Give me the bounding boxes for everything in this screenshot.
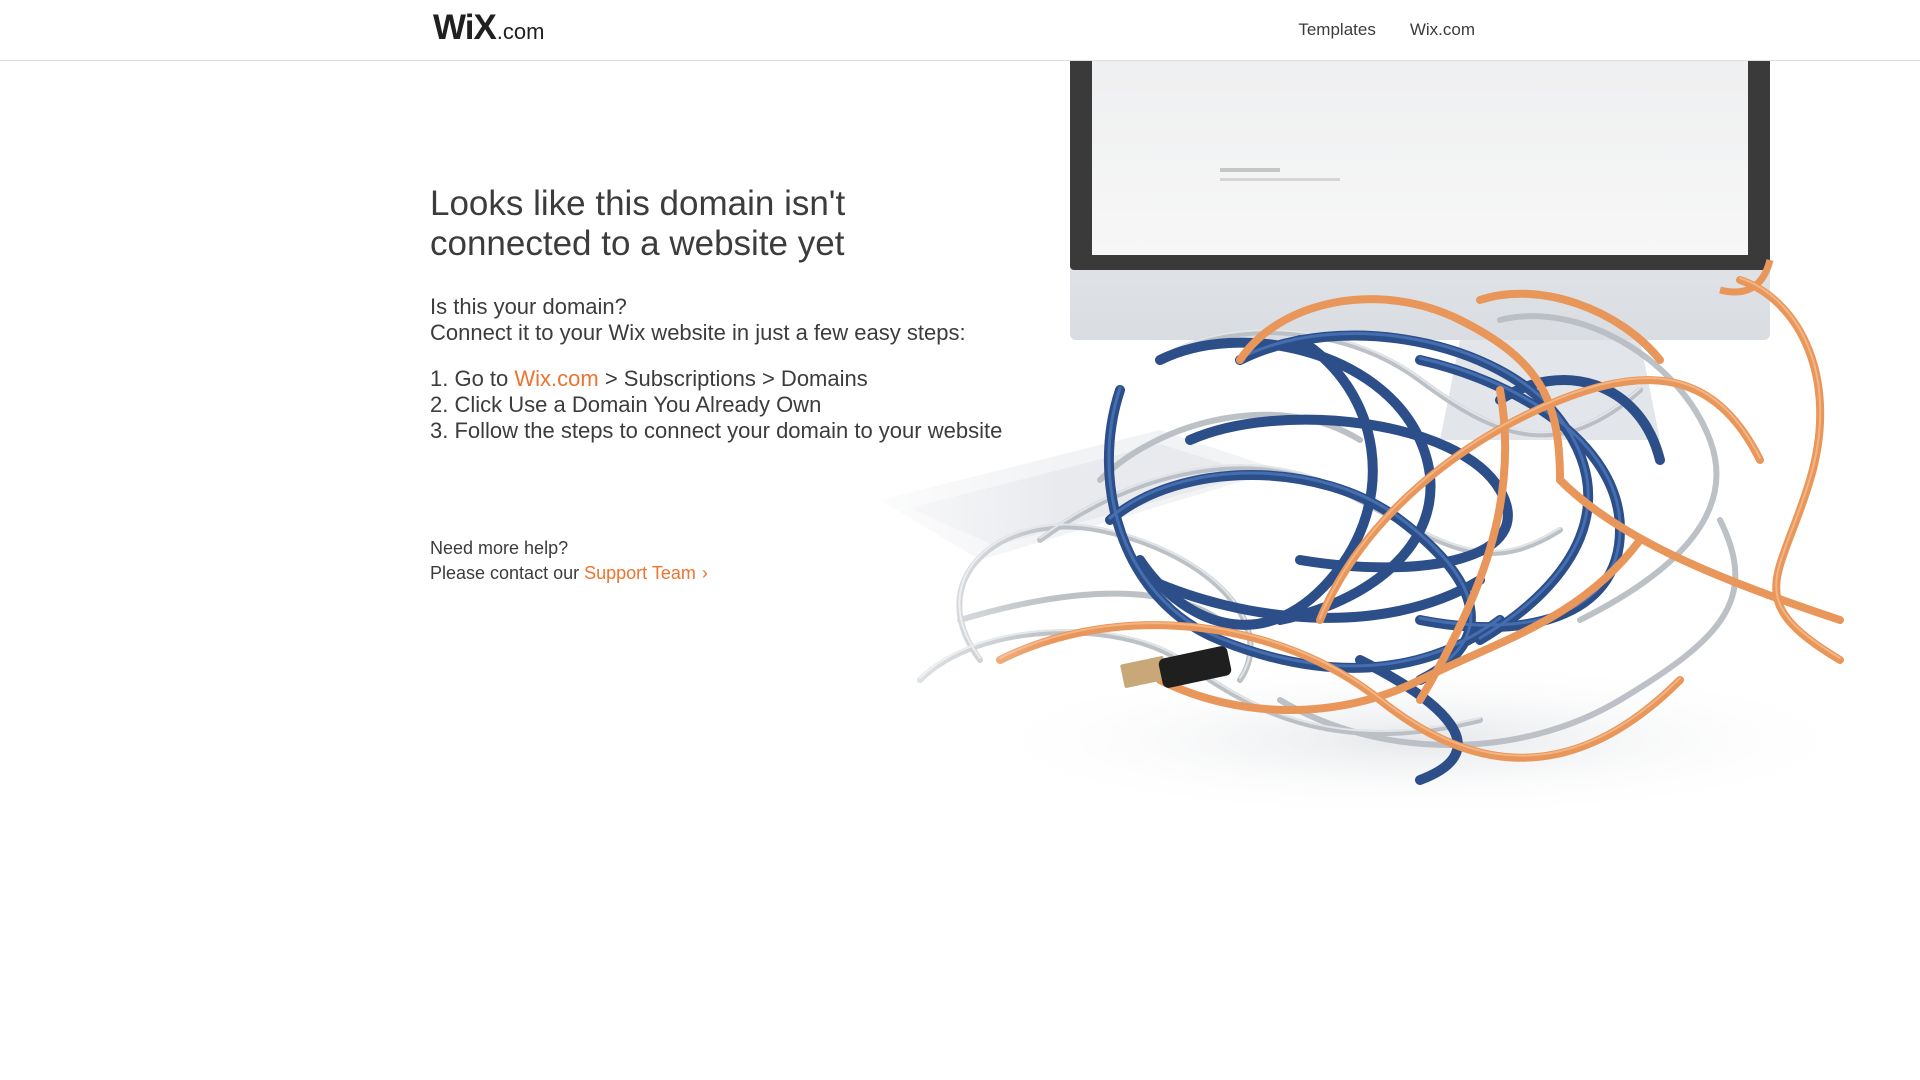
step-1-suffix: > Subscriptions > Domains [598, 366, 868, 391]
contact-prefix: Please contact our [430, 563, 585, 583]
step-3: 3. Follow the steps to connect your doma… [430, 418, 1003, 443]
wix-com-link[interactable]: Wix.com [514, 366, 598, 391]
help-heading: Need more help? [430, 538, 569, 558]
contact-line: Please contact our Support Team › [430, 561, 1050, 586]
support-team-label: Support Team [584, 563, 696, 583]
page: WiX .com Templates Wix.com Looks like th… [0, 0, 1920, 1080]
title-line-1: Looks like this domain isn't [430, 184, 846, 223]
support-team-link[interactable]: Support Team › [584, 563, 708, 583]
steps-list: 1. Go to Wix.com > Subscriptions > Domai… [430, 366, 1050, 444]
wix-logo-suffix: .com [496, 19, 545, 44]
intro-text: Is this your domain? Connect it to your … [430, 294, 1050, 346]
intro-description: Connect it to your Wix website in just a… [430, 320, 966, 345]
step-1: 1. Go to Wix.com > Subscriptions > Domai… [430, 366, 1050, 392]
step-1-prefix: 1. Go to [430, 366, 515, 391]
intro-question: Is this your domain? [430, 294, 627, 319]
wix-logo-mark: WiX [433, 8, 497, 47]
nav-templates-link[interactable]: Templates [1298, 20, 1375, 40]
help-section: Need more help? Please contact our Suppo… [430, 536, 1050, 586]
nav-wix-link[interactable]: Wix.com [1410, 20, 1475, 40]
top-header: WiX .com Templates Wix.com [0, 0, 1920, 61]
header-nav: Templates Wix.com [1298, 0, 1475, 60]
main-content: Looks like this domain isn't connected t… [430, 184, 1050, 586]
page-title: Looks like this domain isn't connected t… [430, 184, 1050, 264]
chevron-right-icon: › [701, 563, 708, 583]
wix-logo[interactable]: WiX .com [433, 8, 544, 48]
step-2: 2. Click Use a Domain You Already Own [430, 392, 822, 417]
title-line-2: connected to a website yet [430, 224, 845, 263]
